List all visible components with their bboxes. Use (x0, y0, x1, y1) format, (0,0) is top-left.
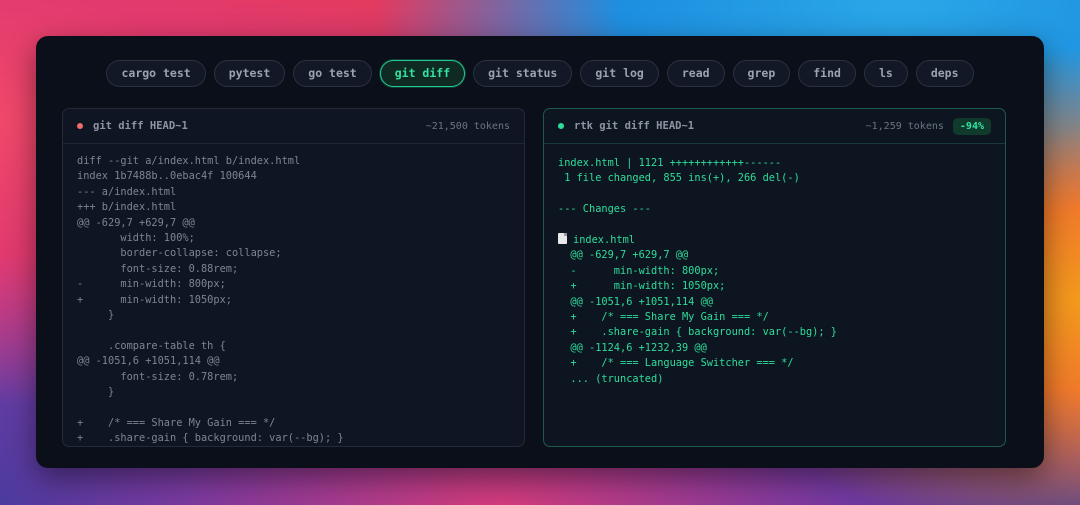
status-dot (77, 123, 83, 129)
rtk-code-output: index.html | 1121 ++++++++++++------ 1 f… (544, 144, 1005, 397)
code-line: border-collapse: collapse; (77, 247, 282, 260)
code-line: .compare-table th { (77, 339, 226, 352)
file-entry: index.html (558, 233, 991, 248)
tab-cargo-test[interactable]: cargo test (106, 60, 206, 87)
change-line: @@ -1051,6 +1051,114 @@ (558, 295, 713, 308)
file-name: index.html (573, 234, 635, 247)
code-line: --- a/index.html (77, 185, 177, 198)
code-line: font-size: 0.78rem; (77, 370, 239, 383)
code-line: - min-width: 800px; (77, 278, 226, 291)
raw-output-panel: git diff HEAD~1 ~21,500 tokens diff --gi… (62, 108, 525, 447)
summary-line: 1 file changed, 855 ins(+), 266 del(-) (558, 172, 800, 185)
command-tabs: cargo test pytest go test git diff git statu… (36, 60, 1044, 87)
change-line: - min-width: 800px; (558, 264, 720, 277)
code-line: } (77, 386, 115, 399)
change-line: + min-width: 1050px; (558, 280, 726, 293)
tab-pytest[interactable]: pytest (213, 60, 286, 87)
code-line: width: 100%; (77, 232, 195, 245)
tab-go-test[interactable]: go test (293, 60, 372, 87)
change-line: + /* === Share My Gain === */ (558, 311, 769, 324)
summary-line: index.html | 1121 ++++++++++++------ (558, 157, 782, 169)
code-line: diff --git a/index.html b/index.html (77, 155, 301, 167)
tab-git-log[interactable]: git log (580, 60, 659, 87)
code-line: @@ -629,7 +629,7 @@ (77, 216, 195, 229)
raw-token-count: ~21,500 tokens (425, 120, 510, 132)
code-line: @@ -1051,6 +1051,114 @@ (77, 355, 220, 368)
change-line: ... (truncated) (558, 372, 664, 385)
rtk-output-panel: rtk git diff HEAD~1 ~1,259 tokens -94% i… (543, 108, 1006, 447)
tab-grep[interactable]: grep (732, 60, 791, 87)
code-line: } (77, 309, 115, 322)
tab-git-status[interactable]: git status (473, 60, 573, 87)
file-icon (558, 233, 567, 245)
change-line: @@ -629,7 +629,7 @@ (558, 249, 689, 262)
raw-code-output: diff --git a/index.html b/index.html inde… (63, 144, 524, 446)
tab-read[interactable]: read (666, 60, 725, 87)
change-line: @@ -1124,6 +1232,39 @@ (558, 341, 707, 354)
summary-line (558, 187, 991, 202)
tab-git-diff[interactable]: git diff (379, 60, 466, 87)
code-line: + .share-gain { background: var(--bg); } (77, 432, 344, 445)
change-line: + /* === Language Switcher === */ (558, 357, 794, 370)
change-line: + .share-gain { background: var(--bg); } (558, 326, 837, 339)
summary-line (558, 218, 991, 233)
tab-ls[interactable]: ls (863, 60, 908, 87)
code-line: +++ b/index.html (77, 201, 177, 214)
rtk-token-count: ~1,259 tokens (865, 120, 944, 132)
tab-deps[interactable]: deps (915, 60, 974, 87)
savings-badge: -94% (952, 117, 991, 135)
code-line: + /* === Share My Gain === */ (77, 416, 276, 429)
raw-panel-header: git diff HEAD~1 ~21,500 tokens (63, 109, 524, 144)
code-line: + min-width: 1050px; (77, 293, 232, 306)
raw-panel-title: git diff HEAD~1 (93, 120, 188, 132)
summary-line: --- Changes --- (558, 203, 651, 216)
code-line: index 1b7488b..0ebac4f 100644 (77, 170, 257, 183)
terminal-window: cargo test pytest go test git diff git statu… (36, 36, 1044, 468)
rtk-panel-title: rtk git diff HEAD~1 (574, 120, 695, 132)
status-dot (558, 123, 564, 129)
rtk-panel-header: rtk git diff HEAD~1 ~1,259 tokens -94% (544, 109, 1005, 144)
code-line: font-size: 0.88rem; (77, 262, 239, 275)
tab-find[interactable]: find (798, 60, 856, 87)
